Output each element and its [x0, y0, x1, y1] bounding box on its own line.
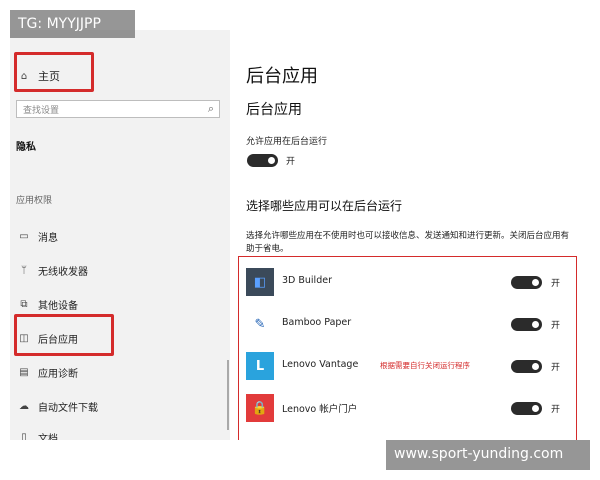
diagnostics-icon: ▤: [19, 367, 29, 378]
toggle-state-label: 开: [551, 405, 561, 415]
app-toggle[interactable]: [511, 360, 542, 373]
toggle-state-label: 开: [286, 157, 296, 167]
allow-background-toggle[interactable]: [247, 154, 278, 167]
sidebar-item-label: 应用诊断: [38, 369, 78, 380]
settings-window: ⌂ 主页 查找设置 ⌕ 隐私 应用权限 ▭ 消息 ᛘ 无线收发器 ⧉ 其他设备 …: [10, 30, 582, 440]
app-toggle[interactable]: [511, 318, 542, 331]
category-title: 隐私: [16, 142, 36, 153]
search-input[interactable]: 查找设置 ⌕: [16, 100, 220, 118]
search-placeholder: 查找设置: [23, 106, 60, 116]
sidebar-item-messages[interactable]: ▭ 消息: [18, 229, 58, 244]
radio-icon: ᛘ: [21, 265, 27, 276]
watermark-bottom-right: www.sport-yunding.com: [386, 440, 590, 470]
app-name: 3D Builder: [282, 275, 332, 286]
main-content: 后台应用 后台应用 允许应用在后台运行 开 选择哪些应用可以在后台运行 选择允许…: [230, 30, 582, 440]
sidebar-scrollbar[interactable]: [227, 360, 229, 430]
description-text: 选择允许哪些应用在不使用时也可以接收信息、发送通知和进行更新。关闭后台应用有助于…: [246, 231, 570, 254]
sidebar-item-label: 文档: [38, 434, 58, 440]
watermark-top-left: TG: MYYJJPP: [10, 10, 135, 38]
cloud-download-icon: ☁: [19, 401, 29, 412]
sidebar-item-radios[interactable]: ᛘ 无线收发器: [18, 263, 88, 278]
section-title: 应用权限: [16, 196, 53, 206]
app-row: ✎ Bamboo Paper 开: [246, 310, 566, 340]
app-name: Bamboo Paper: [282, 317, 352, 328]
allow-background-label: 允许应用在后台运行: [246, 137, 328, 147]
section-heading: 后台应用: [246, 102, 302, 118]
app-name: Lenovo 帐户门户: [282, 404, 358, 415]
document-icon: ▯: [21, 432, 27, 440]
highlight-box-home: [14, 52, 94, 92]
sidebar-item-label: 无线收发器: [38, 267, 88, 278]
choose-apps-heading: 选择哪些应用可以在后台运行: [246, 199, 403, 213]
sidebar-item-auto-download[interactable]: ☁ 自动文件下载: [18, 399, 98, 414]
sidebar-item-documents[interactable]: ▯ 文档: [18, 430, 58, 440]
toggle-state-label: 开: [551, 363, 561, 373]
bamboo-paper-icon: ✎: [246, 310, 274, 338]
app-row: 🔒 Lenovo 帐户门户 开: [246, 394, 566, 424]
annotation-note: 根据需要自行关闭运行程序: [380, 361, 470, 370]
search-icon[interactable]: ⌕: [208, 102, 214, 116]
sidebar-item-other-devices[interactable]: ⧉ 其他设备: [18, 297, 78, 312]
toggle-state-label: 开: [551, 321, 561, 331]
devices-icon: ⧉: [20, 299, 28, 310]
app-toggle[interactable]: [511, 402, 542, 415]
sidebar-item-label: 消息: [38, 233, 58, 244]
sidebar-item-diagnostics[interactable]: ▤ 应用诊断: [18, 365, 78, 380]
app-toggle[interactable]: [511, 276, 542, 289]
highlight-box-background-apps: [14, 314, 114, 356]
toggle-state-label: 开: [551, 279, 561, 289]
message-icon: ▭: [19, 231, 29, 242]
app-row: ◧ 3D Builder 开: [246, 268, 566, 298]
sidebar-item-label: 其他设备: [38, 301, 78, 312]
lenovo-account-icon: 🔒: [246, 394, 274, 422]
sidebar-item-label: 自动文件下载: [38, 403, 98, 414]
app-name: Lenovo Vantage: [282, 359, 359, 370]
lenovo-vantage-icon: L: [246, 352, 274, 380]
3d-builder-icon: ◧: [246, 268, 274, 296]
page-title: 后台应用: [246, 66, 318, 87]
